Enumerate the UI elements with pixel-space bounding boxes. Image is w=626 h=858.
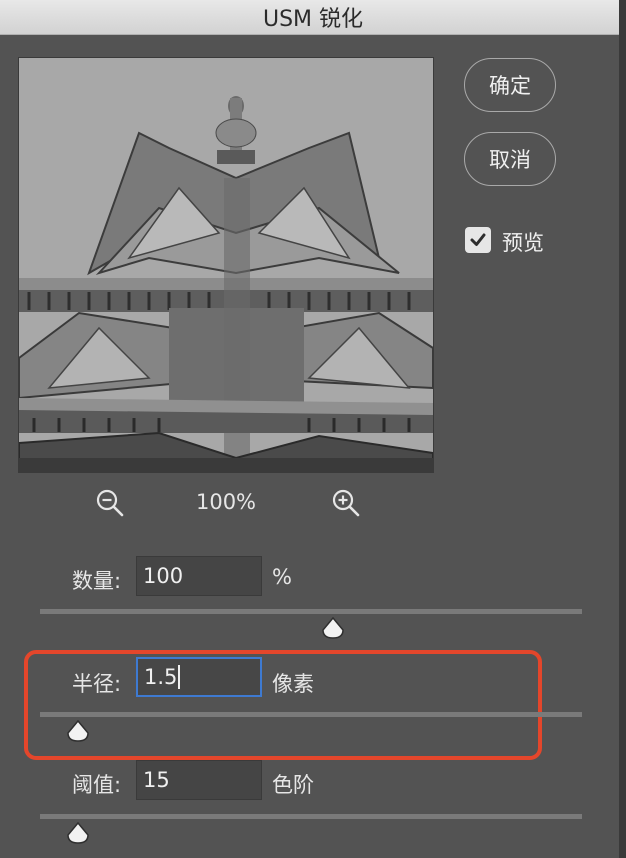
ok-button[interactable]: 确定: [464, 58, 556, 112]
radius-label: 半径:: [72, 672, 122, 696]
checkmark-icon: [470, 233, 486, 246]
threshold-unit: 色阶: [272, 773, 314, 797]
threshold-value: 15: [143, 768, 170, 792]
amount-input[interactable]: 100: [136, 556, 262, 596]
amount-unit: %: [272, 565, 292, 589]
threshold-input[interactable]: 15: [136, 760, 262, 800]
radius-highlight-box: [24, 650, 542, 760]
preview-label: 预览: [502, 231, 544, 255]
title-bar: USM 锐化: [0, 0, 626, 35]
threshold-slider-thumb[interactable]: [66, 821, 90, 844]
cancel-button[interactable]: 取消: [464, 132, 556, 186]
threshold-label: 阈值:: [72, 773, 122, 797]
preview-checkbox[interactable]: [465, 227, 491, 253]
preview-image[interactable]: [18, 57, 434, 473]
radius-unit: 像素: [272, 672, 314, 696]
zoom-in-icon[interactable]: [330, 487, 362, 519]
zoom-level: 100%: [195, 490, 257, 514]
window-edge: [619, 0, 626, 858]
radius-input[interactable]: 1.5: [136, 657, 262, 697]
radius-slider-thumb[interactable]: [66, 719, 90, 742]
amount-value: 100: [143, 564, 184, 588]
zoom-out-icon[interactable]: [94, 487, 126, 519]
amount-label: 数量:: [72, 569, 122, 593]
radius-slider-track[interactable]: [40, 712, 582, 717]
amount-slider-thumb[interactable]: [321, 616, 345, 639]
radius-value: 1.5: [144, 665, 178, 689]
threshold-slider-track[interactable]: [40, 814, 582, 819]
window-title: USM 锐化: [262, 7, 364, 32]
amount-slider-track[interactable]: [40, 609, 582, 614]
text-caret: [178, 665, 180, 689]
